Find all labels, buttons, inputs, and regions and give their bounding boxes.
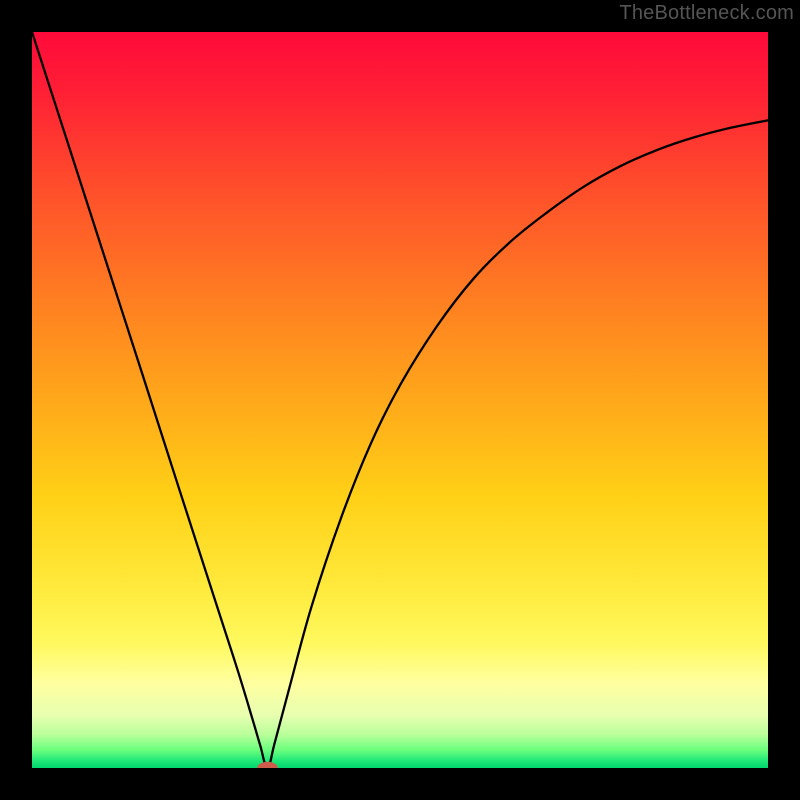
- plot-area: [32, 32, 768, 768]
- chart-frame: TheBottleneck.com: [0, 0, 800, 800]
- watermark-text: TheBottleneck.com: [619, 2, 794, 25]
- gradient-background: [32, 32, 768, 768]
- plot-svg: [32, 32, 768, 768]
